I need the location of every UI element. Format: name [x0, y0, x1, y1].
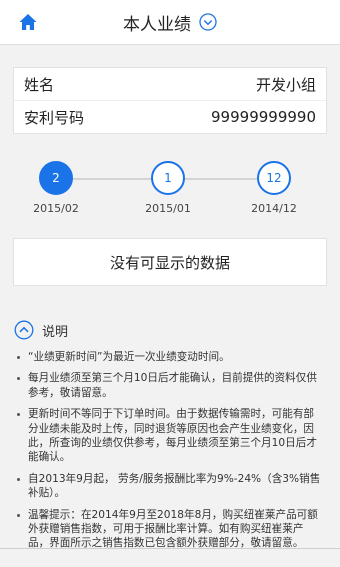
- member-info-card: 姓名 开发小组 安利号码 99999999990: [13, 67, 327, 134]
- note-item: “业绩更新时间”为最近一次业绩变动时间。: [16, 350, 324, 364]
- note-item: 自2013年9月起， 劳务/服务报酬比率为9%-24%（含3%销售补贴）。: [16, 472, 324, 501]
- bottom-divider: [0, 548, 340, 567]
- member-id-row: 安利号码 99999999990: [14, 100, 326, 133]
- month-node-2015-02[interactable]: 2: [39, 161, 73, 195]
- notes-toggle[interactable]: 说明: [14, 320, 340, 340]
- month-node-2014-12[interactable]: 12: [257, 161, 291, 195]
- chevron-down-icon: [199, 13, 217, 31]
- notes-list: “业绩更新时间”为最近一次业绩变动时间。 每月业绩须至第三个月10日后才能确认，…: [0, 350, 340, 558]
- month-label: 2014/12: [251, 202, 297, 215]
- name-row: 姓名 开发小组: [14, 68, 326, 100]
- notes-title: 说明: [42, 324, 69, 340]
- note-item: 温馨提示：在2014年9月至2018年8月，购买纽崔莱产品可额外获赠销售指数，可…: [16, 508, 324, 551]
- title-dropdown[interactable]: 本人业绩: [123, 10, 217, 35]
- page-title: 本人业绩: [123, 14, 191, 35]
- chevron-up-icon: [14, 320, 34, 340]
- top-bar: 本人业绩: [0, 0, 340, 45]
- note-item: 每月业绩须至第三个月10日后才能确认，目前提供的资料仅供参考，敬请留意。: [16, 371, 324, 400]
- month-label: 2015/02: [33, 202, 79, 215]
- timeline-connector: [185, 178, 257, 180]
- name-value: 开发小组: [255, 75, 316, 94]
- month-node-count: 2: [52, 171, 60, 185]
- name-label: 姓名: [24, 75, 55, 94]
- home-icon[interactable]: [18, 12, 38, 32]
- empty-state-message: 没有可显示的数据: [13, 238, 327, 286]
- month-node-count: 12: [266, 171, 282, 185]
- month-node-2015-01[interactable]: 1: [151, 161, 185, 195]
- member-id-label: 安利号码: [24, 108, 85, 127]
- month-label: 2015/01: [145, 202, 191, 215]
- note-item: 更新时间不等同于下订单时间。由于数据传输需时，可能有部分业绩未能及时上传，同时退…: [16, 407, 324, 465]
- timeline-connector: [73, 178, 153, 180]
- month-timeline: 2 1 12 2015/02 2015/01 2014/12: [0, 138, 340, 228]
- member-id-value: 99999999990: [211, 108, 316, 126]
- month-node-count: 1: [164, 171, 172, 185]
